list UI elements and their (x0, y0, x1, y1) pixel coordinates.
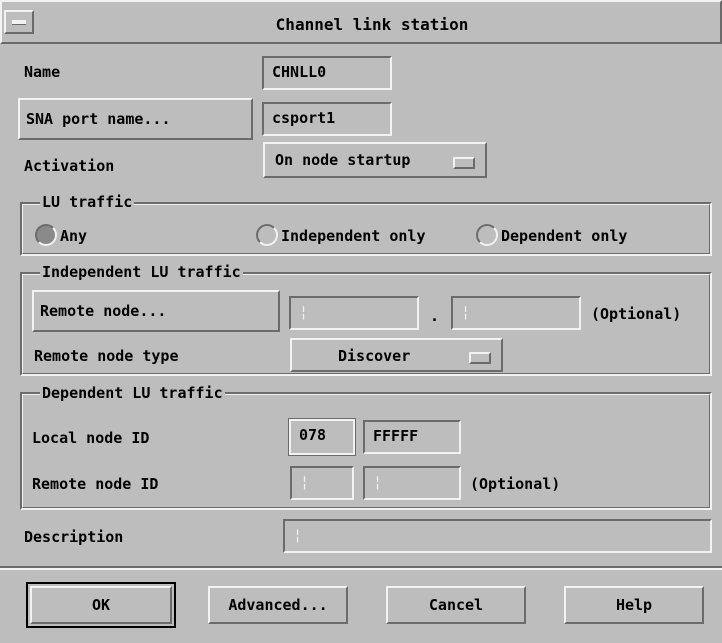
text-cursor-icon: ¦ (373, 473, 383, 491)
radio-any[interactable] (35, 224, 57, 246)
remote-node-type-value: Discover (338, 347, 411, 365)
description-label: Description (24, 528, 124, 546)
independent-lu-traffic-legend: Independent LU traffic (40, 262, 243, 282)
radio-dependent-only-label[interactable]: Dependent only (501, 226, 627, 246)
activation-option-menu[interactable]: On node startup (263, 142, 487, 178)
radio-dependent-only[interactable] (476, 224, 498, 246)
local-node-id-num-value: FFFFF (373, 427, 419, 445)
window-menu-button[interactable] (4, 10, 34, 34)
remote-node-id-optional-note: (Optional) (470, 475, 561, 493)
lu-traffic-legend: LU traffic (40, 192, 135, 212)
local-node-id-block-field[interactable]: 078 (288, 418, 356, 456)
option-menu-indicator-icon (453, 157, 475, 169)
activation-value: On node startup (275, 151, 411, 169)
button-area-separator (0, 566, 722, 570)
description-field[interactable]: ¦ (283, 519, 712, 553)
text-cursor-icon: ¦ (299, 303, 309, 321)
remote-node-optional-note: (Optional) (591, 305, 682, 323)
remote-node-separator: . (430, 307, 440, 325)
local-node-id-num-field[interactable]: FFFFF (363, 420, 461, 454)
remote-node-type-label: Remote node type (34, 347, 179, 365)
text-cursor-icon: ¦ (293, 526, 303, 544)
sna-port-name-button[interactable]: SNA port name... (18, 98, 253, 140)
text-cursor-icon: ¦ (300, 473, 310, 491)
advanced-button[interactable]: Advanced... (208, 586, 348, 624)
help-button[interactable]: Help (564, 586, 704, 624)
local-node-id-block-value: 078 (299, 426, 327, 444)
name-value: CHNLL0 (272, 63, 327, 81)
dependent-lu-traffic-legend: Dependent LU traffic (40, 383, 225, 403)
remote-node-id-num-field[interactable]: ¦ (363, 466, 461, 500)
sna-port-value: csport1 (272, 109, 336, 127)
remote-node-type-option-menu[interactable]: Discover (290, 338, 503, 372)
remote-node-field-1[interactable]: ¦ (289, 296, 419, 330)
remote-node-field-2[interactable]: ¦ (451, 296, 581, 330)
option-menu-indicator-icon (469, 352, 491, 364)
window-title: Channel link station (275, 15, 469, 34)
activation-label: Activation (24, 157, 115, 175)
text-cursor-icon: ¦ (461, 303, 471, 321)
sna-port-field[interactable]: csport1 (262, 102, 392, 136)
name-field[interactable]: CHNLL0 (262, 56, 392, 90)
name-label: Name (24, 63, 61, 81)
remote-node-id-block-field[interactable]: ¦ (290, 466, 354, 500)
remote-node-id-label: Remote node ID (32, 475, 159, 493)
radio-independent-only[interactable] (256, 224, 278, 246)
cancel-button[interactable]: Cancel (386, 586, 526, 624)
menu-icon (12, 20, 26, 25)
ok-button[interactable]: OK (30, 586, 172, 624)
remote-node-button[interactable]: Remote node... (32, 290, 280, 332)
radio-independent-only-label[interactable]: Independent only (281, 226, 426, 246)
local-node-id-label: Local node ID (32, 429, 150, 447)
title-bar[interactable]: Channel link station (0, 0, 722, 44)
radio-any-label[interactable]: Any (60, 226, 87, 246)
